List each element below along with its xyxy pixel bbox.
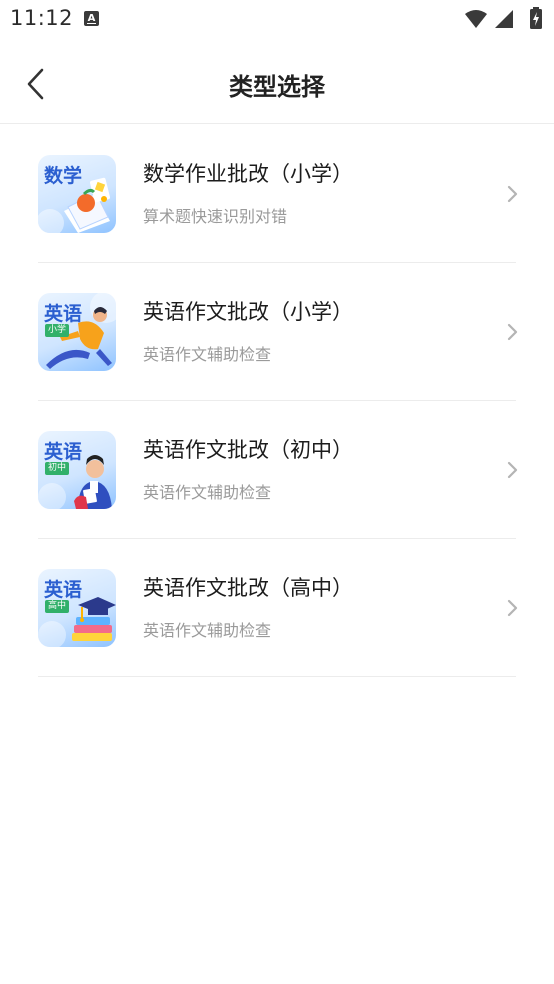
item-title: 英语作文批改（小学）	[143, 300, 353, 324]
item-title: 英语作文批改（高中）	[143, 576, 353, 600]
list-item-math-primary[interactable]: 数学 数学作业批改（小学） 算术题快速识别对错	[0, 125, 554, 263]
thumb-title: 英语	[44, 303, 83, 325]
chevron-right-icon	[507, 323, 518, 341]
chevron-right-icon	[507, 185, 518, 203]
status-bar: 11:12 A	[0, 0, 554, 38]
grade-tag: 初中	[45, 462, 70, 475]
item-title: 数学作业批改（小学）	[143, 162, 353, 186]
signal-icon	[495, 10, 513, 28]
item-subtitle: 英语作文辅助检查	[143, 621, 272, 640]
a-notification-icon: A	[84, 11, 99, 26]
chevron-right-icon	[507, 461, 518, 479]
english-senior-thumbnail: 英语 高中	[38, 569, 116, 647]
wifi-icon	[465, 10, 487, 28]
battery-charging-icon	[530, 7, 542, 29]
list-item-english-junior[interactable]: 英语 初中 英语作文批改（初中） 英语作文辅助检查	[0, 401, 554, 539]
list-item-english-senior[interactable]: 英语 高中 英语作文批改（高中） 英语作文辅助检查	[0, 539, 554, 677]
item-subtitle: 算术题快速识别对错	[143, 207, 288, 226]
type-list: 数学 数学作业批改（小学） 算术题快速识别对错 英语 小学 英语作文批改（小学）…	[0, 125, 554, 677]
thumb-title: 英语	[44, 579, 83, 601]
list-item-english-primary[interactable]: 英语 小学 英语作文批改（小学） 英语作文辅助检查	[0, 263, 554, 401]
top-app-bar: 类型选择	[0, 40, 554, 124]
item-subtitle: 英语作文辅助检查	[143, 345, 272, 364]
page-title: 类型选择	[229, 73, 325, 101]
english-junior-thumbnail: 英语 初中	[38, 431, 116, 509]
divider	[38, 676, 516, 677]
thumb-title: 数学	[44, 165, 83, 187]
item-title: 英语作文批改（初中）	[143, 438, 353, 462]
status-time: 11:12	[10, 6, 74, 30]
thumb-title: 英语	[44, 441, 83, 463]
grade-tag: 高中	[45, 600, 70, 613]
item-subtitle: 英语作文辅助检查	[143, 483, 272, 502]
math-thumbnail: 数学	[38, 155, 116, 233]
chevron-right-icon	[507, 599, 518, 617]
grade-tag: 小学	[45, 324, 70, 337]
english-primary-thumbnail: 英语 小学	[38, 293, 116, 371]
